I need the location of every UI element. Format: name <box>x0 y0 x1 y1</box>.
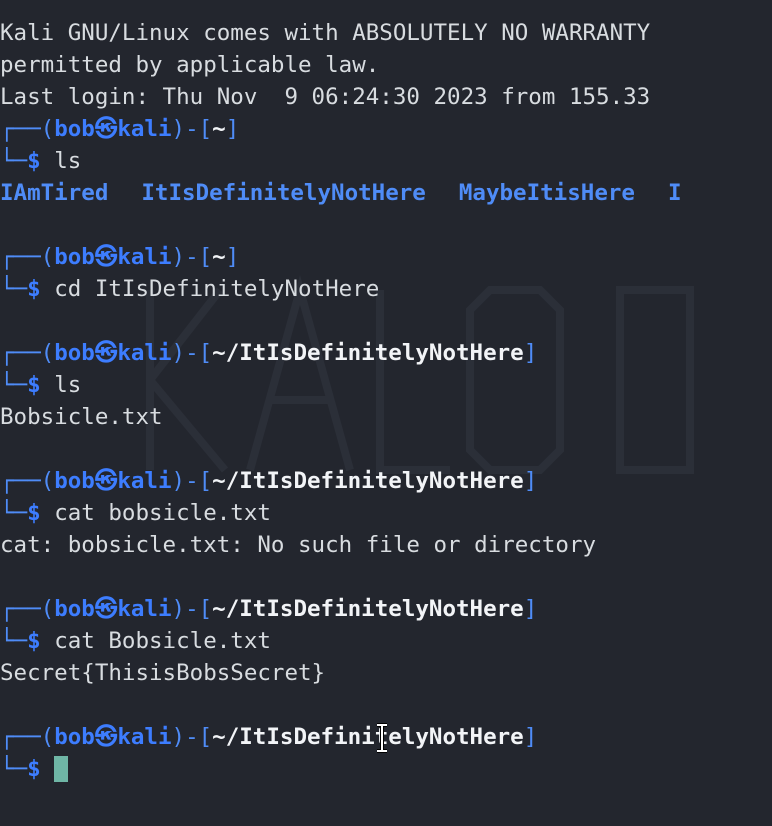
dir-entry[interactable]: ItIsDefinitelyNotHere <box>141 180 425 206</box>
command-line: └─$ cd ItIsDefinitelyNotHere <box>0 276 380 302</box>
command-text: ls <box>54 372 82 398</box>
prompt-user: bob <box>54 596 95 622</box>
ls-output: IAmTired ItIsDefinitelyNotHere MaybeItisHe… <box>0 177 772 209</box>
prompt-host: kali <box>117 468 172 494</box>
prompt-host: kali <box>117 116 172 142</box>
prompt-path: ~/ItIsDefinitelyNotHere <box>212 596 524 622</box>
active-command-line[interactable]: └─$ <box>0 753 772 785</box>
banner-line-2: permitted by applicable law. <box>0 52 380 78</box>
prompt-path: ~ <box>212 244 226 270</box>
prompt-user: bob <box>54 468 95 494</box>
command-line: └─$ cat bobsicle.txt <box>0 500 271 526</box>
prompt-path: ~/ItIsDefinitelyNotHere <box>212 724 524 750</box>
prompt-host: kali <box>117 596 172 622</box>
command-text: ls <box>54 148 82 174</box>
dir-entry[interactable]: MaybeItisHere <box>459 180 635 206</box>
prompt-host: kali <box>117 340 172 366</box>
command-output: Bobsicle.txt <box>0 404 163 430</box>
prompt-host: kali <box>117 244 172 270</box>
prompt-dollar: $ <box>27 372 41 398</box>
terminal-window[interactable]: Kali GNU/Linux comes with ABSOLUTELY NO … <box>0 0 772 826</box>
prompt-path: ~/ItIsDefinitelyNotHere <box>212 468 524 494</box>
command-line: └─$ ls <box>0 372 82 398</box>
prompt-user: bob <box>54 116 95 142</box>
ibeam-cursor-icon <box>377 723 387 753</box>
prompt-user: bob <box>54 724 95 750</box>
command-text: cat bobsicle.txt <box>54 500 271 526</box>
kali-at-icon: ㉿ <box>94 340 118 366</box>
prompt-path: ~/ItIsDefinitelyNotHere <box>212 340 524 366</box>
kali-at-icon: ㉿ <box>94 724 118 750</box>
command-output: Secret{ThisisBobsSecret} <box>0 660 326 686</box>
prompt-header: ┌──(bob㉿kali)-[~/ItIsDefinitelyNotHere] <box>0 596 538 622</box>
prompt-header: ┌──(bob㉿kali)-[~/ItIsDefinitelyNotHere] <box>0 340 538 366</box>
prompt-dollar: $ <box>27 148 41 174</box>
prompt-dollar: $ <box>27 756 41 782</box>
prompt-host: kali <box>117 724 172 750</box>
dir-entry[interactable]: I <box>668 180 682 206</box>
prompt-path: ~ <box>212 116 226 142</box>
prompt-header: ┌──(bob㉿kali)-[~] <box>0 244 240 270</box>
banner-line-3: Last login: Thu Nov 9 06:24:30 2023 from… <box>0 84 651 110</box>
text-cursor <box>54 756 69 782</box>
command-line: └─$ ls <box>0 148 82 174</box>
prompt-dollar: $ <box>27 276 41 302</box>
prompt-header: ┌──(bob㉿kali)-[~] <box>0 116 240 142</box>
prompt-user: bob <box>54 340 95 366</box>
kali-at-icon: ㉿ <box>94 244 118 270</box>
command-output: cat: bobsicle.txt: No such file or direc… <box>0 532 597 558</box>
kali-at-icon: ㉿ <box>94 596 118 622</box>
command-text: cat Bobsicle.txt <box>54 628 271 654</box>
terminal-output[interactable]: Kali GNU/Linux comes with ABSOLUTELY NO … <box>0 17 772 785</box>
kali-at-icon: ㉿ <box>94 468 118 494</box>
prompt-header: ┌──(bob㉿kali)-[~/ItIsDefinitelyNotHere] <box>0 468 538 494</box>
prompt-dollar: $ <box>27 628 41 654</box>
prompt-dollar: $ <box>27 500 41 526</box>
kali-at-icon: ㉿ <box>94 116 118 142</box>
prompt-user: bob <box>54 244 95 270</box>
command-text: cd ItIsDefinitelyNotHere <box>54 276 380 302</box>
command-line: └─$ cat Bobsicle.txt <box>0 628 271 654</box>
banner-line-1: Kali GNU/Linux comes with ABSOLUTELY NO … <box>0 20 651 46</box>
dir-entry[interactable]: IAmTired <box>0 180 108 206</box>
